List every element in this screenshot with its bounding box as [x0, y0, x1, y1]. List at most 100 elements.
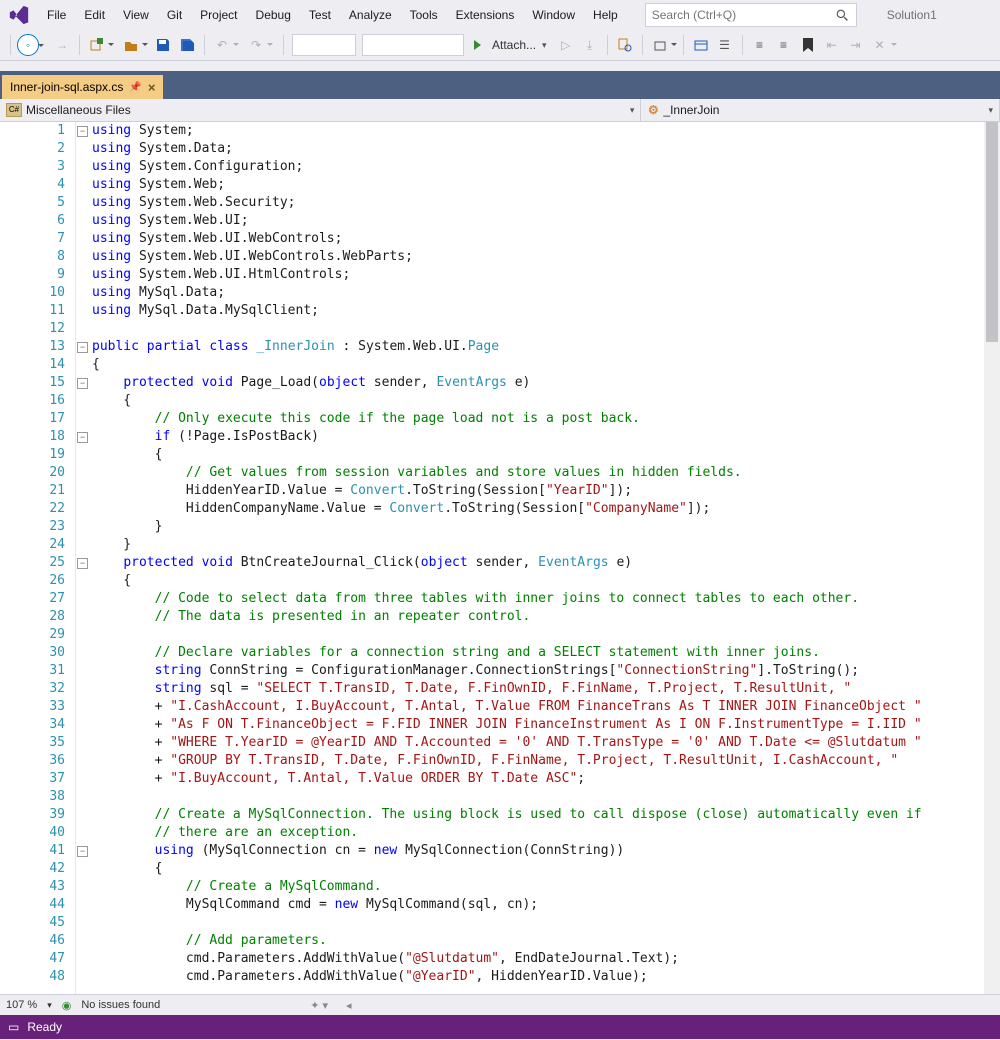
code-line[interactable]: if (!Page.IsPostBack)	[92, 428, 1000, 446]
code-line[interactable]: // there are an exception.	[92, 824, 1000, 842]
code-line[interactable]: HiddenYearID.Value = Convert.ToString(Se…	[92, 482, 1000, 500]
code-line[interactable]: protected void BtnCreateJournal_Click(ob…	[92, 554, 1000, 572]
fold-toggle[interactable]: −	[77, 378, 88, 389]
brush-icon[interactable]: ✦ ▾	[310, 999, 328, 1012]
code-line[interactable]: using System.Web;	[92, 176, 1000, 194]
nav-member-combo[interactable]: ⚙ _InnerJoin ▾	[641, 99, 1000, 121]
code-line[interactable]: string sql = "SELECT T.TransID, T.Date, …	[92, 680, 1000, 698]
code-line[interactable]	[92, 788, 1000, 806]
vertical-scrollbar[interactable]	[984, 122, 1000, 994]
close-icon[interactable]: ×	[148, 80, 156, 95]
code-line[interactable]: + "GROUP BY T.TransID, T.Date, F.FinOwnI…	[92, 752, 1000, 770]
code-line[interactable]: {	[92, 572, 1000, 590]
code-line[interactable]: public partial class _InnerJoin : System…	[92, 338, 1000, 356]
code-line[interactable]: }	[92, 518, 1000, 536]
code-line[interactable]: cmd.Parameters.AddWithValue("@YearID", H…	[92, 968, 1000, 986]
code-line[interactable]: {	[92, 392, 1000, 410]
save-all-button[interactable]	[176, 34, 198, 56]
menu-project[interactable]: Project	[191, 4, 246, 26]
code-line[interactable]: // Create a MySqlCommand.	[92, 878, 1000, 896]
fold-toggle[interactable]: −	[77, 126, 88, 137]
new-item-button[interactable]	[86, 34, 108, 56]
platform-combo[interactable]	[362, 34, 464, 56]
comment-button[interactable]: ☰	[714, 34, 736, 56]
code-line[interactable]	[92, 914, 1000, 932]
code-line[interactable]: using System.Data;	[92, 140, 1000, 158]
code-line[interactable]: + "I.CashAccount, I.BuyAccount, T.Antal,…	[92, 698, 1000, 716]
code-line[interactable]: using System.Web.UI.WebControls.WebParts…	[92, 248, 1000, 266]
zoom-level[interactable]: 107 %	[6, 999, 37, 1011]
code-line[interactable]: MySqlCommand cmd = new MySqlCommand(sql,…	[92, 896, 1000, 914]
code-line[interactable]: using System.Web.UI.HtmlControls;	[92, 266, 1000, 284]
document-tab[interactable]: Inner-join-sql.aspx.cs 📌 ×	[2, 75, 163, 99]
code-line[interactable]: {	[92, 860, 1000, 878]
code-line[interactable]: using (MySqlConnection cn = new MySqlCon…	[92, 842, 1000, 860]
code-line[interactable]: + "As F ON T.FinanceObject = F.FID INNER…	[92, 716, 1000, 734]
nav-forward-button[interactable]: →	[51, 34, 73, 56]
nav-scope-combo[interactable]: C# Miscellaneous Files ▾	[0, 99, 641, 121]
code-line[interactable]: // Code to select data from three tables…	[92, 590, 1000, 608]
menu-file[interactable]: File	[38, 4, 75, 26]
prev-bookmark-button[interactable]: ⇤	[821, 34, 843, 56]
code-line[interactable]: // The data is presented in an repeater …	[92, 608, 1000, 626]
config-combo[interactable]	[292, 34, 356, 56]
code-line[interactable]: using System.Web.UI;	[92, 212, 1000, 230]
code-line[interactable]: HiddenCompanyName.Value = Convert.ToStri…	[92, 500, 1000, 518]
open-button[interactable]	[120, 34, 142, 56]
output-icon[interactable]: ▭	[8, 1020, 19, 1034]
code-line[interactable]: using System.Configuration;	[92, 158, 1000, 176]
bookmark-button[interactable]	[797, 34, 819, 56]
code-line[interactable]: cmd.Parameters.AddWithValue("@Slutdatum"…	[92, 950, 1000, 968]
redo-button[interactable]: ↷	[245, 34, 267, 56]
code-line[interactable]: }	[92, 536, 1000, 554]
menu-tools[interactable]: Tools	[401, 4, 447, 26]
search-box[interactable]	[645, 3, 857, 27]
code-line[interactable]: {	[92, 356, 1000, 374]
issues-text[interactable]: No issues found	[81, 999, 160, 1011]
find-in-files-button[interactable]	[614, 34, 636, 56]
fold-toggle[interactable]: −	[77, 432, 88, 443]
menu-debug[interactable]: Debug	[247, 4, 300, 26]
fold-toggle[interactable]: −	[77, 342, 88, 353]
live-share-button[interactable]	[649, 34, 671, 56]
menu-git[interactable]: Git	[158, 4, 191, 26]
code-line[interactable]	[92, 626, 1000, 644]
code-line[interactable]	[92, 320, 1000, 338]
menu-analyze[interactable]: Analyze	[340, 4, 401, 26]
menu-view[interactable]: View	[114, 4, 158, 26]
indent-more-button[interactable]: ≡	[773, 34, 795, 56]
code-line[interactable]: + "WHERE T.YearID = @YearID AND T.Accoun…	[92, 734, 1000, 752]
clear-bookmarks-button[interactable]: ✕	[869, 34, 891, 56]
code-line[interactable]: using MySql.Data;	[92, 284, 1000, 302]
code-editor[interactable]: 1234567891011121314151617181920212223242…	[0, 122, 1000, 994]
indent-less-button[interactable]: ≡	[749, 34, 771, 56]
menu-window[interactable]: Window	[523, 4, 584, 26]
nav-back-button[interactable]: ◦	[17, 34, 39, 56]
menu-edit[interactable]: Edit	[75, 4, 114, 26]
menu-help[interactable]: Help	[584, 4, 627, 26]
step-button[interactable]: ⤓	[579, 34, 601, 56]
code-line[interactable]: using MySql.Data.MySqlClient;	[92, 302, 1000, 320]
code-line[interactable]: // Get values from session variables and…	[92, 464, 1000, 482]
scroll-thumb[interactable]	[986, 122, 998, 342]
search-input[interactable]	[646, 8, 834, 22]
fold-toggle[interactable]: −	[77, 846, 88, 857]
code-line[interactable]: using System.Web.UI.WebControls;	[92, 230, 1000, 248]
code-line[interactable]: // Add parameters.	[92, 932, 1000, 950]
pin-icon[interactable]: 📌	[129, 82, 141, 93]
next-bookmark-button[interactable]: ⇥	[845, 34, 867, 56]
code-line[interactable]: using System;	[92, 122, 1000, 140]
code-line[interactable]: // Create a MySqlConnection. The using b…	[92, 806, 1000, 824]
code-line[interactable]: protected void Page_Load(object sender, …	[92, 374, 1000, 392]
debug-target-button[interactable]: ▷	[555, 34, 577, 56]
code-line[interactable]: // Only execute this code if the page lo…	[92, 410, 1000, 428]
solution-name[interactable]: Solution1	[875, 4, 949, 26]
menu-extensions[interactable]: Extensions	[447, 4, 524, 26]
fold-toggle[interactable]: −	[77, 558, 88, 569]
code-area[interactable]: using System;using System.Data;using Sys…	[90, 122, 1000, 994]
code-line[interactable]: {	[92, 446, 1000, 464]
save-button[interactable]	[152, 34, 174, 56]
attach-button[interactable]: Attach...▾	[468, 34, 553, 56]
menu-test[interactable]: Test	[300, 4, 340, 26]
toolbox-button[interactable]	[690, 34, 712, 56]
